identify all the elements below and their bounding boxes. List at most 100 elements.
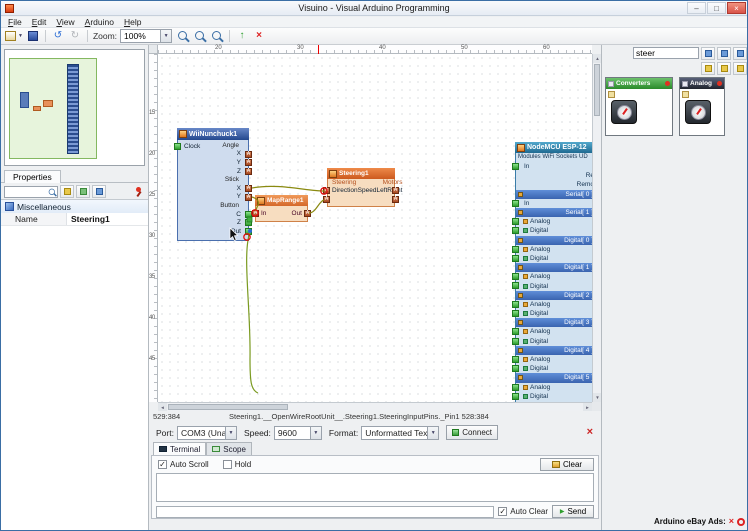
wire-drag-in-progress[interactable] [247,232,258,393]
close-ads-icon[interactable]: × [729,517,734,526]
minimap-nodemcu [67,64,79,154]
zoom-out-button[interactable] [192,29,208,43]
toolbar-separator [87,30,88,42]
toolbox-category[interactable]: Converters [605,77,673,136]
close-button[interactable]: × [727,2,746,14]
save-button[interactable] [25,29,41,43]
filter-button[interactable] [701,47,715,60]
ads-target-icon[interactable] [737,518,745,526]
wire-maprange-out-to-speed[interactable] [309,200,324,213]
hold-checkbox[interactable]: Hold [223,460,251,469]
checkbox-unchecked[interactable] [223,460,232,469]
properties-search-input[interactable] [4,186,58,198]
ruler-tick-label: 60 [543,45,550,51]
zoom-in-button[interactable] [175,29,191,43]
terminal-panel-tab[interactable]: Scope [206,442,252,455]
combo-arrow-icon[interactable]: ▼ [160,30,171,42]
checkbox-checked[interactable]: ✓ [158,460,167,469]
property-value[interactable]: Steering1 [67,213,148,225]
menu-item[interactable]: Help [119,17,146,27]
collapse-all-button[interactable] [76,185,90,198]
minimize-button[interactable]: – [687,2,706,14]
open-project-button[interactable]: ▼ [4,29,24,43]
terminal-output[interactable] [156,473,594,502]
canvas-vertical-scrollbar[interactable]: ▲ ▼ [592,54,601,402]
toolbox-options-button[interactable] [733,47,747,60]
ruler-tick-label: 20 [215,45,222,51]
expand-all-button[interactable] [60,185,74,198]
document-icon [5,31,16,41]
send-input[interactable] [156,506,494,518]
category-badge-icon [682,91,689,98]
auto-clear-checkbox[interactable]: ✓ Auto Clear [498,507,548,516]
view-list-button[interactable] [717,62,731,75]
design-minimap[interactable] [4,49,145,166]
menu-bar: FileEditViewArduinoHelp [1,17,747,28]
toolbox-search-input[interactable] [633,47,699,59]
pin-toolbox-button[interactable] [717,47,731,60]
filter-icon [705,50,712,57]
pin-panel-button[interactable] [133,185,145,198]
toolbox-search-row [602,47,747,60]
ruler-tick-label: 30 [149,233,155,239]
port-value: COM3 (Unav [178,428,225,438]
category-label: Analog [690,80,712,87]
format-combo[interactable]: Unformatted Text ▼ [361,426,439,440]
wire-sticky-to-maprange-in[interactable] [252,197,258,211]
minimap-viewport[interactable] [9,58,97,159]
canvas-horizontal-scrollbar[interactable]: ◄ ► [158,402,592,411]
upload-to-arduino-button[interactable]: ↑ [234,29,250,43]
toolbox-category[interactable]: Analog [679,77,725,136]
pin-icon [721,50,728,57]
wire-stickx-to-direction[interactable] [252,186,324,191]
toolbox-category-header[interactable]: Analog [680,78,724,89]
properties-tab-row: Properties [1,169,148,183]
checkbox-checked[interactable]: ✓ [498,507,507,516]
scrollbar-thumb[interactable] [168,404,288,410]
gauge-component-icon[interactable] [611,100,637,124]
tab-label: Scope [223,445,246,454]
maximize-button[interactable]: □ [707,2,726,14]
design-canvas[interactable]: WiiNunchuck1 Clock Angle X Y Z Stick X [158,54,592,402]
property-row[interactable]: Name Steering1 [1,213,148,226]
menu-item[interactable]: File [3,17,27,27]
terminal-panel-tab[interactable]: Terminal [153,442,206,455]
undo-button[interactable]: ↺ [50,29,66,43]
format-value: Unformatted Text [362,428,427,438]
port-combo[interactable]: COM3 (Unav ▼ [177,426,237,440]
combo-arrow-icon[interactable]: ▼ [427,427,438,439]
speed-combo[interactable]: 9600 ▼ [274,426,322,440]
clear-button[interactable]: Clear [540,458,594,471]
auto-scroll-checkbox[interactable]: ✓ Auto Scroll [158,460,209,469]
titlebar[interactable]: Visuino - Visual Arduino Programming – □… [1,1,747,16]
tab-properties[interactable]: Properties [4,170,61,183]
gauge-component-icon[interactable] [685,100,711,124]
combo-arrow-icon[interactable]: ▼ [225,427,236,439]
property-name: Name [1,213,67,225]
redo-button[interactable]: ↻ [67,29,83,43]
scrollbar-corner [592,402,601,411]
menu-item[interactable]: Edit [27,17,52,27]
collapse-icon [80,188,87,195]
property-category-row[interactable]: Miscellaneous [1,200,148,213]
combo-arrow-icon[interactable]: ▼ [310,427,321,439]
toolbox-category-body [680,89,724,135]
view-categories-button[interactable] [733,62,747,75]
disconnect-icon[interactable]: × [587,427,593,438]
ruler-tick-label: 45 [149,356,155,362]
delete-button[interactable]: × [251,29,267,43]
toolbar-separator [45,30,46,42]
category-name: Miscellaneous [17,202,71,212]
window-title: Visuino - Visual Arduino Programming [1,3,747,13]
send-button[interactable]: ▶ Send [552,505,594,518]
scrollbar-thumb[interactable] [594,64,600,116]
zoom-fit-button[interactable] [209,29,225,43]
menu-item[interactable]: Arduino [80,17,119,27]
view-large-icons-button[interactable] [701,62,715,75]
zoom-label: Zoom: [93,31,117,41]
connect-button[interactable]: Connect [446,425,498,440]
toolbox-category-header[interactable]: Converters [606,78,672,89]
categorized-view-button[interactable] [92,185,106,198]
zoom-combo[interactable]: 100% ▼ [120,29,172,43]
menu-item[interactable]: View [51,17,79,27]
